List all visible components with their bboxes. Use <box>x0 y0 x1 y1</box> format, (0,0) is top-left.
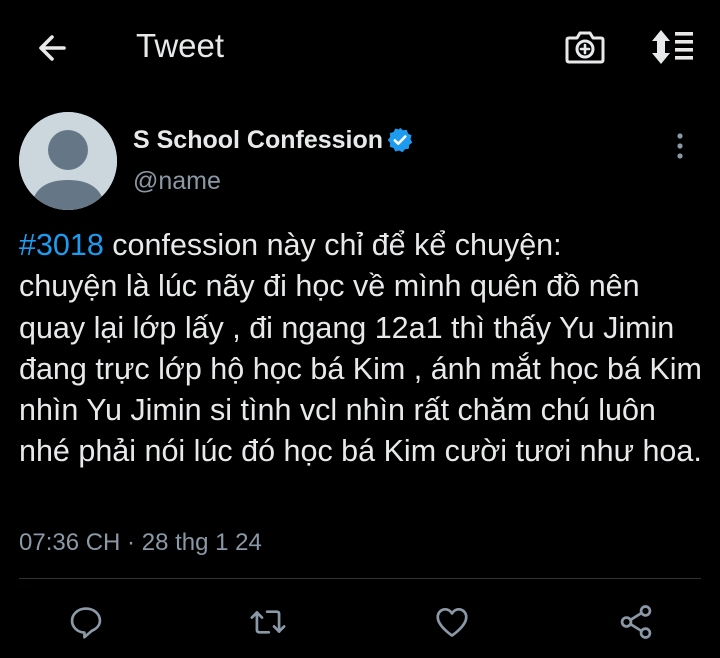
share-button[interactable] <box>614 600 658 644</box>
author-avatar[interactable] <box>19 112 117 210</box>
arrow-left-icon <box>39 35 66 61</box>
tweet-text: #3018 confession này chỉ để kể chuyện: c… <box>19 225 709 473</box>
author-name-text: S School Confession <box>133 126 384 154</box>
hashtag-link[interactable]: #3018 <box>19 228 104 262</box>
more-options-button[interactable] <box>662 126 698 166</box>
page-title: Tweet <box>136 27 225 64</box>
tweet-timestamp: 07:36 CH · 28 thg 1 24 <box>19 529 262 556</box>
author-name[interactable]: S School Confession <box>133 124 414 156</box>
screenshot-camera-button[interactable] <box>562 24 608 70</box>
verified-badge-icon <box>386 126 414 154</box>
tweet-detail-screen: Tweet S School Confession @name #3018 co… <box>0 0 720 658</box>
retweet-icon <box>250 610 286 634</box>
share-icon <box>620 605 652 639</box>
back-button[interactable] <box>30 26 74 70</box>
divider <box>19 578 701 579</box>
heart-icon <box>436 607 468 637</box>
more-vertical-icon <box>677 133 683 159</box>
retweet-button[interactable] <box>246 600 290 644</box>
author-handle[interactable]: @name <box>133 165 221 197</box>
tweet-text-body: chuyện là lúc nãy đi học về mình quên đồ… <box>19 269 711 469</box>
top-app-bar: Tweet <box>0 0 720 92</box>
camera-icon <box>565 31 605 64</box>
sort-icon <box>652 30 693 64</box>
default-avatar-icon <box>19 112 117 210</box>
reply-button[interactable] <box>64 600 108 644</box>
like-button[interactable] <box>430 600 474 644</box>
sort-replies-button[interactable] <box>646 24 698 70</box>
reply-icon <box>70 607 102 639</box>
tweet-text-first-line: confession này chỉ để kể chuyện: <box>103 228 562 262</box>
